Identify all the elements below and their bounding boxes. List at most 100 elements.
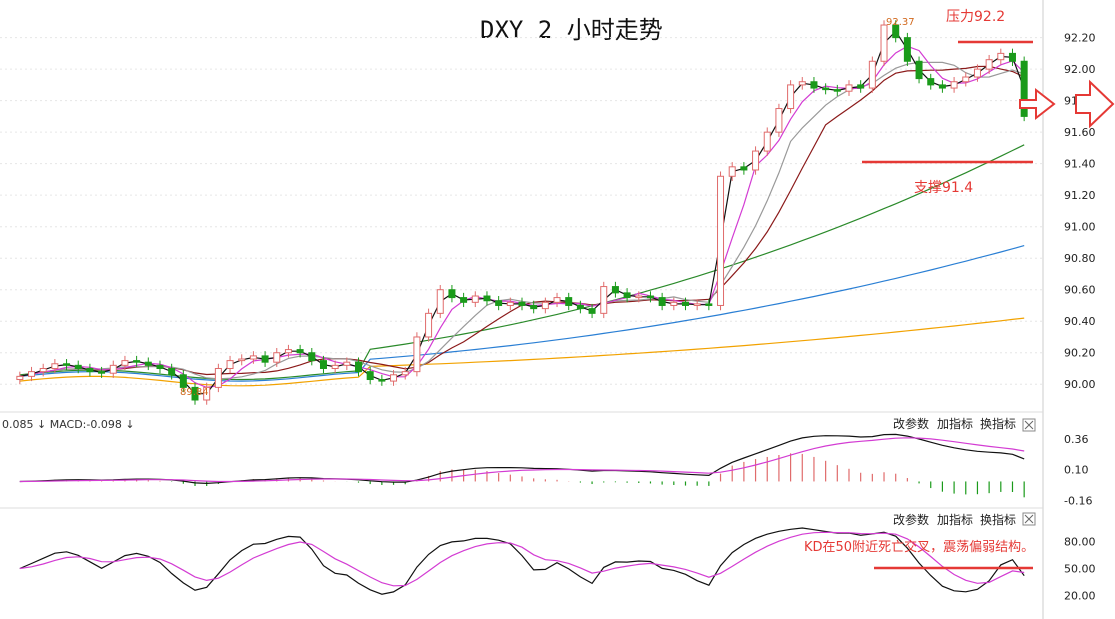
candle-body (553, 297, 561, 303)
candle-body (787, 84, 795, 110)
candle-body (623, 292, 631, 299)
candle-body (518, 301, 526, 306)
candle-body (845, 84, 853, 92)
candle-body (997, 52, 1005, 61)
macd-add-indicator-button[interactable]: 加指标 (937, 416, 973, 431)
candle-body (985, 59, 993, 70)
close-icon[interactable] (1022, 418, 1036, 432)
candle-body (565, 297, 573, 306)
candle-body (693, 303, 701, 306)
candle-body (144, 361, 152, 366)
candle-body (576, 304, 584, 310)
candle-body (366, 371, 374, 381)
kd-annotation: KD在50附近死亡交叉，震荡偏弱结构。 (804, 539, 1034, 555)
ma20-line (19, 61, 1025, 380)
candle-body (635, 295, 643, 299)
macd-lines (19, 433, 1025, 485)
candle-body (483, 295, 491, 302)
candle-body (331, 364, 339, 369)
candle-body (752, 150, 760, 171)
arrow-right-icon (1075, 79, 1115, 129)
candle-body (915, 60, 923, 80)
low-price-label: 89.84 (180, 387, 209, 398)
kd-axis-ticks: 80.00 50.00 20.00 (1064, 536, 1096, 603)
candle-body (973, 68, 981, 78)
price-tick-label: 90.40 (1064, 315, 1096, 328)
candle-body (284, 349, 292, 354)
candle-body (775, 108, 783, 133)
resistance-label: 压力92.2 (946, 9, 1005, 25)
candle-body (763, 131, 771, 152)
kd-tick-label: 80.00 (1064, 536, 1096, 549)
candle-body (681, 301, 689, 306)
candle-body (506, 301, 514, 306)
macd-histogram (30, 453, 1025, 498)
candle-body (39, 367, 47, 373)
macd-dea-line (19, 437, 1025, 483)
close-icon[interactable] (1022, 512, 1036, 526)
candle-body (226, 360, 234, 369)
candle-body (833, 89, 841, 92)
high-price-label: 92.37 (886, 17, 915, 28)
macd-controls: 改参数 加指标 换指标 (893, 416, 1036, 432)
price-tick-label: 90.20 (1064, 347, 1096, 360)
price-tick-label: 90.60 (1064, 284, 1096, 297)
kd-add-indicator-button[interactable]: 加指标 (937, 512, 973, 527)
kd-edit-params-button[interactable]: 改参数 (893, 512, 929, 527)
candle-body (51, 363, 59, 369)
chart-title: DXY 2 小时走势 (480, 16, 663, 44)
candle-body (249, 355, 257, 360)
candle-body (495, 300, 503, 306)
candle-body (296, 349, 304, 354)
support-label: 支撑91.4 (914, 180, 973, 196)
candle-body (28, 371, 36, 377)
candle-body (343, 361, 351, 366)
price-tick-label: 91.20 (1064, 189, 1096, 202)
candle-body (705, 303, 713, 306)
candle-body (425, 312, 433, 338)
candle-body (63, 363, 71, 366)
candle-body (156, 364, 164, 369)
candle-body (611, 286, 619, 294)
candle-body (74, 364, 82, 369)
candle-body (950, 81, 958, 89)
candle-body (658, 297, 666, 306)
candle-body (16, 375, 24, 381)
kd-tick-label: 20.00 (1064, 590, 1096, 603)
candle-body (868, 60, 876, 89)
candle-body (962, 76, 970, 83)
macd-switch-indicator-button[interactable]: 换指标 (980, 416, 1016, 431)
macd-tick-label: 0.10 (1064, 464, 1089, 477)
candle-body (927, 78, 935, 86)
candle-body (1008, 52, 1016, 62)
macd-edit-params-button[interactable]: 改参数 (893, 416, 929, 431)
kd-switch-indicator-button[interactable]: 换指标 (980, 512, 1016, 527)
candle-body (98, 371, 106, 374)
candle-body (448, 289, 456, 299)
price-tick-label: 92.00 (1064, 63, 1096, 76)
price-tick-label: 91.40 (1064, 158, 1096, 171)
candle-body (214, 367, 222, 388)
price-tick-label: 91.00 (1064, 221, 1096, 234)
ma120-line (19, 245, 1025, 382)
ma10-line (19, 45, 1025, 389)
candle-body (717, 175, 725, 306)
candle-body (880, 24, 888, 62)
candle-body (238, 358, 246, 362)
candle-body (109, 364, 117, 374)
candle-body (390, 374, 398, 382)
price-tick-label: 90.00 (1064, 378, 1096, 391)
candle-body (401, 371, 409, 376)
candle-body (86, 367, 94, 373)
price-tick-label: 92.20 (1064, 32, 1096, 45)
candle-body (938, 84, 946, 89)
candle-body (810, 81, 818, 89)
candle-body (261, 355, 269, 363)
candle-body (740, 166, 748, 171)
candle-body (670, 301, 678, 306)
macd-header: 0.085 ↓ MACD:-0.098 ↓ (2, 418, 135, 431)
candle-body (168, 367, 176, 376)
candle-body (588, 308, 596, 314)
macd-dif-line (19, 433, 1025, 485)
candle-body (308, 352, 316, 362)
